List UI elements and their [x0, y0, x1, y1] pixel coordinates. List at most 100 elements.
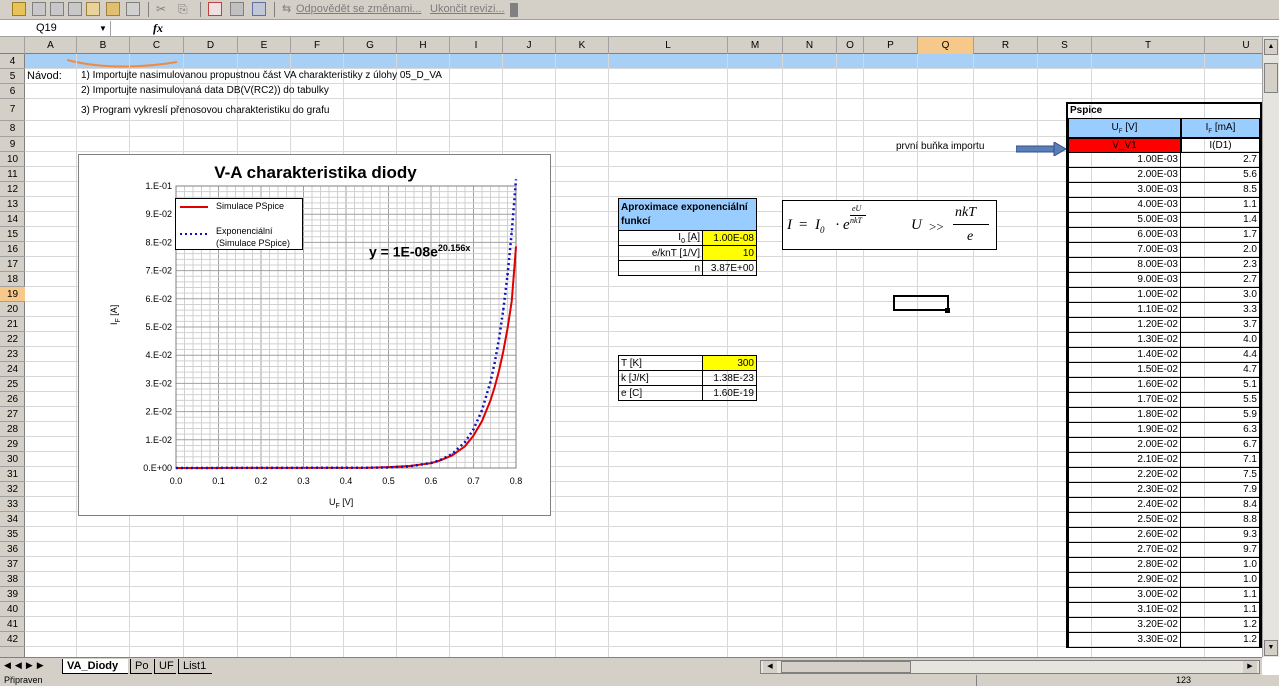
row-header-30[interactable]: 30: [0, 452, 25, 467]
pspice-voltage-cell[interactable]: 2.00E-02: [1068, 438, 1181, 453]
column-header-c[interactable]: C: [130, 37, 184, 54]
row-header-4[interactable]: 4: [0, 54, 25, 69]
pspice-current-cell[interactable]: 8.5: [1181, 183, 1260, 198]
pspice-current-cell[interactable]: 3.3: [1181, 303, 1260, 318]
pspice-current-cell[interactable]: 9.7: [1181, 543, 1260, 558]
row-header-18[interactable]: 18: [0, 272, 25, 287]
vertical-scroll-thumb[interactable]: [1264, 63, 1278, 93]
row-header-28[interactable]: 28: [0, 422, 25, 437]
row-header-22[interactable]: 22: [0, 332, 25, 347]
row-header-25[interactable]: 25: [0, 377, 25, 392]
tab-nav-arrows-icon[interactable]: ◀◀▶▶: [4, 660, 48, 671]
pspice-current-cell[interactable]: 2.7: [1181, 153, 1260, 168]
insert-function-icon[interactable]: fx: [153, 21, 163, 36]
row-header-11[interactable]: 11: [0, 167, 25, 182]
row-header-42[interactable]: 42: [0, 632, 25, 647]
pspice-current-cell[interactable]: 7.5: [1181, 468, 1260, 483]
pspice-voltage-cell[interactable]: 1.80E-02: [1068, 408, 1181, 423]
row-header-8[interactable]: 8: [0, 121, 25, 137]
pspice-voltage-cell[interactable]: 2.80E-02: [1068, 558, 1181, 573]
const-value[interactable]: 300: [702, 355, 757, 371]
pspice-voltage-cell[interactable]: 8.00E-03: [1068, 258, 1181, 273]
print-icon[interactable]: [86, 2, 100, 16]
fill-handle[interactable]: [945, 308, 950, 313]
column-header-m[interactable]: M: [728, 37, 783, 54]
column-header-o[interactable]: O: [837, 37, 864, 54]
scroll-left-icon[interactable]: ◀: [763, 661, 777, 673]
row-header-36[interactable]: 36: [0, 542, 25, 557]
row-header-15[interactable]: 15: [0, 227, 25, 242]
row-header-21[interactable]: 21: [0, 317, 25, 332]
row-header-7[interactable]: 7: [0, 99, 25, 121]
row-header-10[interactable]: 10: [0, 152, 25, 167]
save-icon[interactable]: [32, 2, 46, 16]
pspice-current-cell[interactable]: 4.0: [1181, 333, 1260, 348]
pspice-voltage-cell[interactable]: 9.00E-03: [1068, 273, 1181, 288]
sheet-tab-list1[interactable]: List1: [178, 659, 212, 674]
const-value[interactable]: 1.38E-23: [702, 370, 757, 386]
pspice-voltage-cell[interactable]: 3.00E-03: [1068, 183, 1181, 198]
pspice-voltage-cell[interactable]: 1.00E-03: [1068, 153, 1181, 168]
pspice-current-cell[interactable]: 2.0: [1181, 243, 1260, 258]
row-header-41[interactable]: 41: [0, 617, 25, 632]
row-header-39[interactable]: 39: [0, 587, 25, 602]
column-header-q[interactable]: Q: [918, 37, 974, 54]
row-header-5[interactable]: 5: [0, 69, 25, 84]
pspice-first-cell-2[interactable]: I(D1): [1181, 138, 1260, 153]
vertical-scrollbar[interactable]: ▲ ▼: [1262, 37, 1279, 657]
column-header-b[interactable]: B: [77, 37, 130, 54]
pspice-voltage-cell[interactable]: 3.30E-02: [1068, 633, 1181, 648]
pspice-current-cell[interactable]: 4.7: [1181, 363, 1260, 378]
track-changes-icon[interactable]: [252, 2, 266, 16]
pspice-voltage-cell[interactable]: 3.10E-02: [1068, 603, 1181, 618]
column-header-e[interactable]: E: [238, 37, 291, 54]
selected-cell[interactable]: [893, 295, 949, 311]
approx-value-n[interactable]: 3.87E+00: [702, 260, 757, 276]
print-preview-icon[interactable]: [106, 2, 120, 16]
pspice-voltage-cell[interactable]: 7.00E-03: [1068, 243, 1181, 258]
column-header-l[interactable]: L: [609, 37, 728, 54]
pspice-voltage-cell[interactable]: 2.50E-02: [1068, 513, 1181, 528]
pspice-current-cell[interactable]: 2.3: [1181, 258, 1260, 273]
column-header-i[interactable]: I: [450, 37, 503, 54]
name-box[interactable]: Q19: [0, 21, 111, 36]
chevron-down-icon[interactable]: ▼: [96, 21, 110, 36]
pspice-voltage-cell[interactable]: 6.00E-03: [1068, 228, 1181, 243]
pspice-voltage-cell[interactable]: 1.30E-02: [1068, 333, 1181, 348]
pspice-current-cell[interactable]: 6.7: [1181, 438, 1260, 453]
pspice-current-cell[interactable]: 1.0: [1181, 573, 1260, 588]
horizontal-scroll-thumb[interactable]: [781, 661, 911, 673]
row-header-29[interactable]: 29: [0, 437, 25, 452]
pspice-current-cell[interactable]: 1.1: [1181, 588, 1260, 603]
pspice-current-cell[interactable]: 5.5: [1181, 393, 1260, 408]
pspice-voltage-cell[interactable]: 4.00E-03: [1068, 198, 1181, 213]
row-header-19[interactable]: 19: [0, 287, 25, 302]
sheet-tab-po[interactable]: Po: [130, 659, 152, 674]
column-header-d[interactable]: D: [184, 37, 238, 54]
pspice-current-cell[interactable]: 1.2: [1181, 618, 1260, 633]
end-review-button[interactable]: Ukončit revizi...: [430, 3, 505, 15]
row-header-34[interactable]: 34: [0, 512, 25, 527]
row-header-27[interactable]: 27: [0, 407, 25, 422]
pspice-current-cell[interactable]: 4.4: [1181, 348, 1260, 363]
column-header-s[interactable]: S: [1038, 37, 1092, 54]
pspice-current-cell[interactable]: 3.7: [1181, 318, 1260, 333]
pspice-voltage-cell[interactable]: 2.90E-02: [1068, 573, 1181, 588]
pspice-voltage-cell[interactable]: 2.00E-03: [1068, 168, 1181, 183]
compare-icon[interactable]: [230, 2, 244, 16]
pspice-voltage-cell[interactable]: 2.60E-02: [1068, 528, 1181, 543]
row-header-12[interactable]: 12: [0, 182, 25, 197]
row-header-20[interactable]: 20: [0, 302, 25, 317]
pspice-voltage-cell[interactable]: 1.00E-02: [1068, 288, 1181, 303]
cut-icon[interactable]: ✂: [156, 2, 170, 16]
pspice-current-cell[interactable]: 7.9: [1181, 483, 1260, 498]
sheet-tab-uf[interactable]: UF: [154, 659, 176, 674]
pspice-current-cell[interactable]: 1.7: [1181, 228, 1260, 243]
pspice-current-cell[interactable]: 8.8: [1181, 513, 1260, 528]
pspice-voltage-cell[interactable]: 1.60E-02: [1068, 378, 1181, 393]
pspice-voltage-cell[interactable]: 3.00E-02: [1068, 588, 1181, 603]
pspice-current-cell[interactable]: 8.4: [1181, 498, 1260, 513]
column-header-g[interactable]: G: [344, 37, 397, 54]
pspice-current-cell[interactable]: 5.1: [1181, 378, 1260, 393]
pspice-current-cell[interactable]: 9.3: [1181, 528, 1260, 543]
